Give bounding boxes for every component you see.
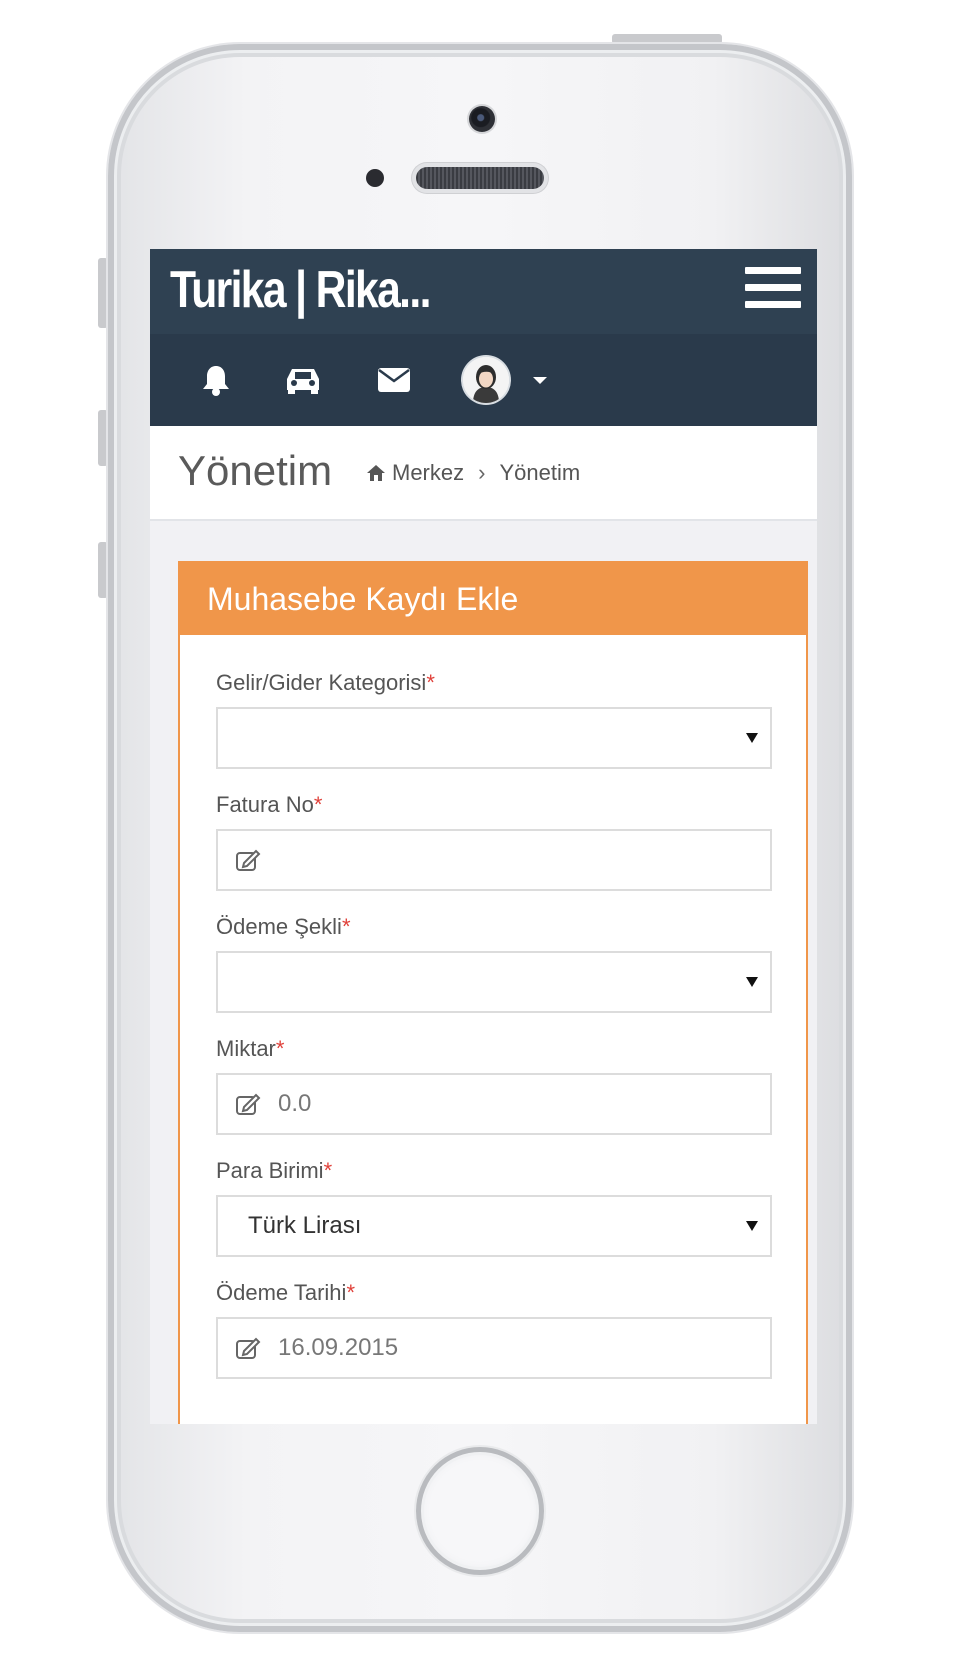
payment-method-label: Ödeme Şekli*: [216, 914, 351, 939]
page-header: Yönetim Merkez › Yönetim: [150, 426, 817, 521]
breadcrumb: Merkez › Yönetim: [366, 458, 580, 488]
currency-select[interactable]: Türk Lirası: [216, 1195, 772, 1257]
currency-label: Para Birimi*: [216, 1158, 333, 1183]
earpiece-speaker: [416, 167, 544, 189]
page-title: Yönetim: [178, 447, 333, 494]
payment-date-input[interactable]: 16.09.2015: [216, 1317, 772, 1379]
envelope-icon[interactable]: [372, 358, 416, 402]
caret-down-icon[interactable]: [530, 358, 550, 402]
user-avatar[interactable]: [461, 357, 511, 403]
phone-volume-down: [98, 542, 108, 598]
notification-toolbar: [150, 334, 817, 426]
phone-silent-switch: [98, 258, 108, 328]
panel-title: Muhasebe Kaydı Ekle: [180, 563, 806, 635]
select-arrow-icon: [746, 1221, 758, 1231]
category-select[interactable]: [216, 707, 772, 769]
breadcrumb-separator: ›: [478, 460, 486, 485]
proximity-sensor: [366, 169, 384, 187]
phone-volume-up: [98, 410, 108, 466]
edit-icon: [234, 1089, 264, 1119]
phone-screen: Turika | Rika... Yönetim Merkez › Yöneti…: [150, 249, 817, 1424]
edit-icon: [234, 845, 264, 875]
amount-input[interactable]: 0.0: [216, 1073, 772, 1135]
top-navbar: Turika | Rika...: [150, 249, 817, 334]
select-arrow-icon: [746, 977, 758, 987]
edit-icon: [234, 1333, 264, 1363]
accounting-entry-panel: Muhasebe Kaydı Ekle Gelir/Gider Kategori…: [178, 561, 808, 1424]
phone-top-button: [612, 34, 722, 44]
car-icon[interactable]: [281, 358, 325, 402]
payment-method-select[interactable]: [216, 951, 772, 1013]
category-label: Gelir/Gider Kategorisi*: [216, 670, 435, 695]
breadcrumb-home[interactable]: Merkez: [392, 458, 464, 488]
invoice-no-input[interactable]: [216, 829, 772, 891]
hamburger-icon[interactable]: [745, 265, 801, 311]
front-camera: [469, 106, 495, 132]
home-icon[interactable]: [366, 464, 386, 482]
amount-label: Miktar*: [216, 1036, 285, 1061]
breadcrumb-current: Yönetim: [499, 460, 581, 485]
payment-date-label: Ödeme Tarihi*: [216, 1280, 355, 1305]
select-arrow-icon: [746, 733, 758, 743]
brand-logo-text[interactable]: Turika | Rika...: [170, 257, 431, 323]
invoice-no-label: Fatura No*: [216, 792, 323, 817]
home-button[interactable]: [416, 1447, 544, 1575]
bell-icon[interactable]: [196, 358, 236, 402]
